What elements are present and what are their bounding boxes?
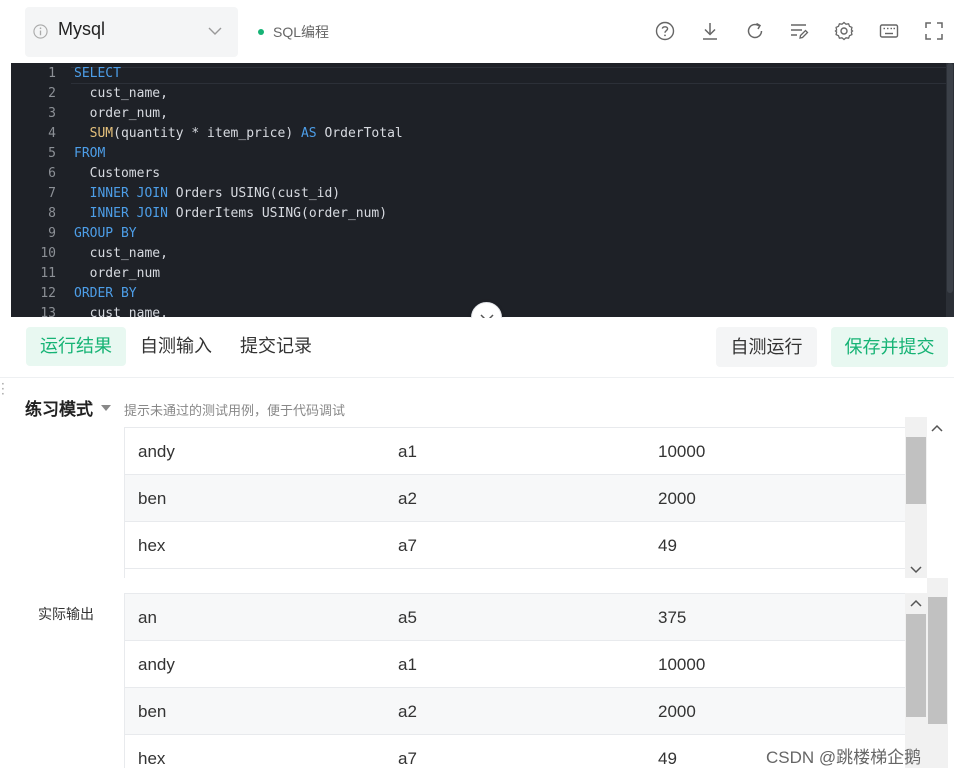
refresh-icon[interactable] <box>745 21 765 41</box>
table-cell: 10000 <box>658 655 706 674</box>
active-line-highlight <box>71 67 951 84</box>
practice-mode-hint: 提示未通过的测试用例，便于代码调试 <box>124 403 346 418</box>
expected-table-scrollbar[interactable] <box>905 417 927 578</box>
line-number: 10 <box>40 246 56 261</box>
table-cell: andy <box>138 655 175 674</box>
code-editor[interactable]: 1 2 3 4 5 6 7 8 9 10 11 12 13 SELECT cust_name, orde… <box>11 63 954 317</box>
table-row: ben a2 2000 <box>125 475 905 522</box>
code-line: Customers <box>74 166 161 181</box>
settings-icon[interactable] <box>834 21 854 41</box>
line-number: 9 <box>48 226 56 241</box>
line-number: 4 <box>48 126 56 141</box>
table-cell: andy <box>138 442 175 461</box>
help-icon[interactable] <box>655 21 675 41</box>
language-select[interactable]: Mysql <box>25 7 238 57</box>
actual-table-scroll-thumb[interactable] <box>906 614 926 717</box>
code-line: order_num, <box>74 106 168 121</box>
table-row: andy a1 10000 <box>125 641 905 688</box>
practice-mode-label: 练习模式 <box>25 400 93 419</box>
line-number: 5 <box>48 146 56 161</box>
actual-output-table: an a5 375 andy a1 10000 ben a2 2000 hex a7 49 <box>124 593 905 768</box>
table-cell: a2 <box>398 489 417 508</box>
code-line: FROM <box>74 146 106 161</box>
actual-table-scrollbar[interactable] <box>905 593 927 768</box>
chevron-down-icon <box>208 27 222 35</box>
top-bar: Mysql SQL编程 <box>0 0 954 62</box>
table-cell: a7 <box>398 749 417 768</box>
line-number: 11 <box>40 266 56 281</box>
table-cell: 49 <box>658 749 677 768</box>
tab-run-result[interactable]: 运行结果 <box>26 327 126 366</box>
tab-custom-input[interactable]: 自测输入 <box>140 327 212 366</box>
fullscreen-icon[interactable] <box>924 21 944 41</box>
panel-scrollbar[interactable] <box>927 578 948 768</box>
code-line: INNER JOIN Orders USING(cust_id) <box>89 186 341 201</box>
code-line: SUM(quantity * item_price) AS OrderTotal <box>89 126 403 141</box>
line-number: 8 <box>48 206 56 221</box>
line-number: 12 <box>40 286 56 301</box>
table-cell: 10000 <box>658 442 706 461</box>
table-cell: ben <box>138 702 167 721</box>
download-icon[interactable] <box>700 21 720 41</box>
line-number: 7 <box>48 186 56 201</box>
table-cell: a7 <box>398 536 417 555</box>
tab-submission-history[interactable]: 提交记录 <box>240 327 312 366</box>
table-cell: a2 <box>398 702 417 721</box>
code-line: SELECT <box>74 66 121 81</box>
table-cell: hex <box>138 749 166 768</box>
scroll-up-arrow-icon[interactable] <box>910 599 922 607</box>
editor-scroll-thumb[interactable] <box>947 63 953 293</box>
table-cell: a1 <box>398 442 417 461</box>
expected-table-scroll-thumb[interactable] <box>906 437 926 504</box>
code-line: INNER JOIN OrderItems USING(order_num) <box>89 206 388 221</box>
format-icon[interactable] <box>789 21 809 41</box>
line-number: 1 <box>48 66 56 81</box>
expected-output-table: andy a1 10000 ben a2 2000 hex a7 49 <box>124 427 905 578</box>
caret-down-icon[interactable] <box>101 404 111 411</box>
scroll-down-arrow-icon[interactable] <box>910 566 922 574</box>
actual-output-label: 实际输出 <box>38 606 94 622</box>
scroll-up-arrow-icon[interactable] <box>931 424 943 432</box>
save-submit-button[interactable]: 保存并提交 <box>831 327 948 367</box>
table-row: an a5 375 <box>125 594 905 641</box>
line-number: 13 <box>40 306 56 317</box>
code-line: GROUP BY <box>74 226 137 241</box>
line-number: 6 <box>48 166 56 181</box>
panel-scroll-thumb[interactable] <box>928 597 947 724</box>
table-cell: 2000 <box>658 702 696 721</box>
mode-label: SQL编程 <box>273 24 330 40</box>
info-icon <box>33 24 48 39</box>
table-cell: a5 <box>398 608 417 627</box>
drag-handle-icon[interactable]: · · · <box>1 378 5 400</box>
code-line: cust_name, <box>74 86 168 101</box>
practice-mode: 练习模式 提示未通过的测试用例，便于代码调试 <box>25 395 345 420</box>
table-row: andy a1 10000 <box>125 428 905 475</box>
watermark: CSDN @跳楼梯企鹅 <box>766 748 922 767</box>
table-cell: hex <box>138 536 166 555</box>
status-dot <box>258 29 264 35</box>
line-number: 3 <box>48 106 56 121</box>
table-cell: 2000 <box>658 489 696 508</box>
mode-tag: SQL编程 <box>258 22 329 42</box>
code-line: cust_name, <box>74 306 168 317</box>
table-cell: 49 <box>658 536 677 555</box>
language-label: Mysql <box>58 19 106 39</box>
code-line: ORDER BY <box>74 286 137 301</box>
table-cell: a1 <box>398 655 417 674</box>
table-row: hex a7 49 <box>125 522 905 569</box>
code-line: order_num <box>74 266 161 281</box>
keyboard-icon[interactable] <box>879 21 899 41</box>
table-cell: ben <box>138 489 167 508</box>
line-number: 2 <box>48 86 56 101</box>
code-line: cust_name, <box>74 246 168 261</box>
table-cell: 375 <box>658 608 687 627</box>
table-row: ben a2 2000 <box>125 688 905 735</box>
result-tabs-bar: 运行结果 自测输入 提交记录 自测运行 保存并提交 <box>0 318 954 378</box>
table-cell: an <box>138 608 157 627</box>
self-test-run-button[interactable]: 自测运行 <box>716 327 817 367</box>
